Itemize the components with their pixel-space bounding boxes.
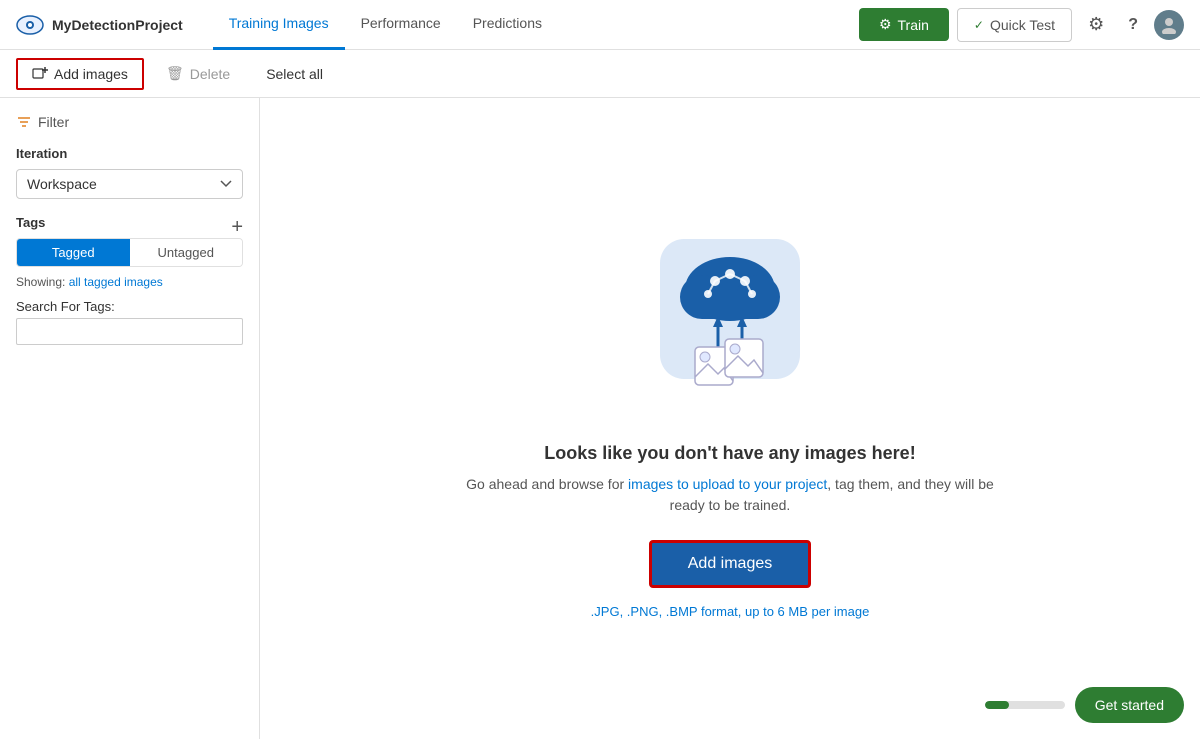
progress-fill bbox=[985, 701, 1009, 709]
showing-link[interactable]: all tagged images bbox=[69, 275, 163, 289]
avatar-icon bbox=[1160, 16, 1178, 34]
app-header: MyDetectionProject Training Images Perfo… bbox=[0, 0, 1200, 50]
tags-section: Tags + Tagged Untagged Showing: all tagg… bbox=[16, 215, 243, 345]
add-images-button-toolbar[interactable]: Add images bbox=[16, 58, 144, 90]
tags-header: Tags + bbox=[16, 215, 243, 238]
header-actions: ⚙ Train ✓ Quick Test ⚙ ? bbox=[859, 8, 1184, 42]
gear-icon: ⚙ bbox=[1088, 14, 1104, 35]
quick-test-button[interactable]: ✓ Quick Test bbox=[957, 8, 1072, 42]
train-button[interactable]: ⚙ Train bbox=[859, 8, 949, 41]
avatar[interactable] bbox=[1154, 10, 1184, 40]
filter-row[interactable]: Filter bbox=[16, 114, 243, 130]
filter-label: Filter bbox=[38, 114, 69, 130]
tagged-toggle-button[interactable]: Tagged bbox=[17, 239, 130, 266]
question-icon: ? bbox=[1128, 16, 1138, 34]
image-toolbar: Add images 🗑 Delete Select all bbox=[0, 50, 1200, 98]
project-name: MyDetectionProject bbox=[52, 17, 183, 33]
settings-button[interactable]: ⚙ bbox=[1080, 10, 1112, 39]
logo-area: MyDetectionProject bbox=[16, 11, 203, 39]
search-tags-input[interactable] bbox=[16, 318, 243, 345]
untagged-toggle-button[interactable]: Untagged bbox=[130, 239, 243, 266]
sidebar: Filter Iteration Workspace Tags + Tagged… bbox=[0, 98, 260, 739]
select-all-button[interactable]: Select all bbox=[252, 60, 337, 88]
content-area: Looks like you don't have any images her… bbox=[260, 98, 1200, 739]
iteration-label: Iteration bbox=[16, 146, 243, 161]
main-layout: Filter Iteration Workspace Tags + Tagged… bbox=[0, 98, 1200, 739]
empty-state-title: Looks like you don't have any images her… bbox=[544, 443, 915, 464]
app-logo-icon bbox=[16, 11, 44, 39]
empty-state-description: Go ahead and browse for images to upload… bbox=[450, 474, 1010, 516]
get-started-bar: Get started bbox=[985, 687, 1184, 723]
progress-indicator bbox=[985, 701, 1065, 709]
trash-icon: 🗑 bbox=[166, 65, 184, 82]
train-gear-icon: ⚙ bbox=[879, 16, 892, 33]
iteration-dropdown[interactable]: Workspace bbox=[16, 169, 243, 199]
check-icon: ✓ bbox=[974, 18, 984, 32]
add-images-toolbar-label: Add images bbox=[54, 66, 128, 82]
nav-tabs: Training Images Performance Predictions bbox=[213, 0, 849, 50]
delete-label: Delete bbox=[190, 66, 230, 82]
showing-text: Showing: all tagged images bbox=[16, 275, 243, 289]
upload-link[interactable]: images to upload to your project bbox=[628, 476, 827, 492]
tags-label: Tags bbox=[16, 215, 45, 230]
add-images-icon bbox=[32, 66, 48, 82]
quick-test-label: Quick Test bbox=[990, 17, 1055, 33]
tab-predictions[interactable]: Predictions bbox=[457, 0, 558, 50]
filter-icon bbox=[16, 114, 32, 130]
select-all-label: Select all bbox=[266, 66, 323, 82]
iteration-section: Iteration Workspace bbox=[16, 146, 243, 199]
format-info: .JPG, .PNG, .BMP format, up to 6 MB per … bbox=[591, 604, 870, 619]
add-images-main-button[interactable]: Add images bbox=[649, 540, 812, 588]
get-started-button[interactable]: Get started bbox=[1075, 687, 1184, 723]
add-tag-button[interactable]: + bbox=[231, 217, 243, 237]
help-button[interactable]: ? bbox=[1120, 12, 1146, 38]
tab-training-images[interactable]: Training Images bbox=[213, 0, 345, 50]
search-for-tags-label: Search For Tags: bbox=[16, 299, 243, 314]
train-button-label: Train bbox=[898, 17, 929, 33]
delete-button[interactable]: 🗑 Delete bbox=[152, 59, 244, 88]
empty-state-illustration bbox=[630, 219, 830, 419]
tags-toggle: Tagged Untagged bbox=[16, 238, 243, 267]
tab-performance[interactable]: Performance bbox=[345, 0, 457, 50]
plus-icon: + bbox=[231, 216, 243, 238]
